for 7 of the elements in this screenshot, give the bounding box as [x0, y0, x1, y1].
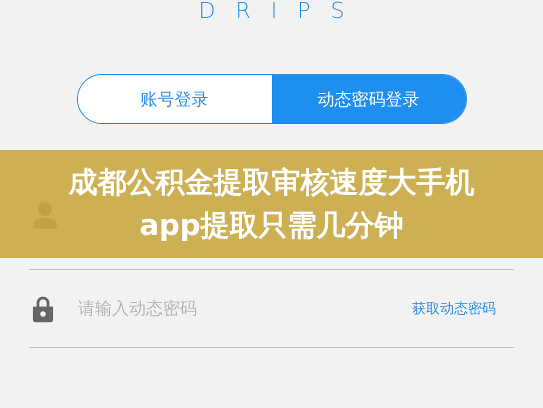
logo-text: DRIPS — [198, 0, 364, 23]
lock-icon — [32, 294, 54, 323]
password-field[interactable]: 请输入动态密码 — [78, 298, 412, 318]
get-code-link[interactable]: 获取动态密码 — [412, 300, 496, 318]
login-tab[interactable]: 动态密码登录 — [272, 75, 466, 123]
banner-title: 成都公积金提取审核速度大手机app提取只需几分钟 — [67, 164, 476, 244]
login-tab[interactable]: 账号登录 — [78, 75, 272, 123]
